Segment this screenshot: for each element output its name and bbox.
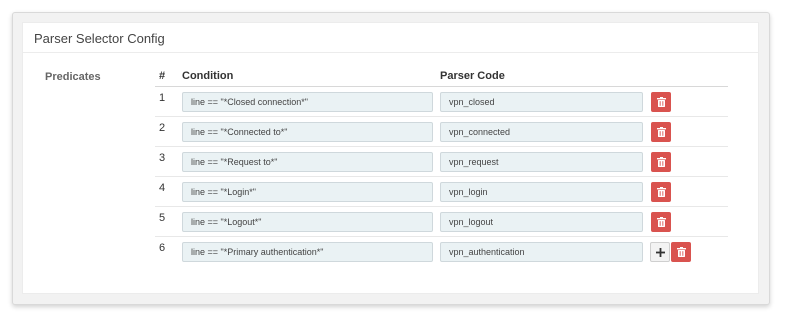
plus-icon	[655, 247, 665, 257]
delete-row-button[interactable]	[671, 242, 691, 262]
delete-row-button[interactable]	[651, 122, 671, 142]
condition-input[interactable]: line == "*Connected to*"	[182, 122, 433, 142]
column-header-condition: Condition	[182, 70, 234, 82]
column-header-num: #	[159, 70, 166, 82]
parser-selector-card: Parser Selector Config Predicates # Cond…	[22, 22, 759, 294]
predicate-row: 2 line == "*Connected to*" vpn_connected	[155, 117, 728, 147]
row-number: 1	[159, 92, 166, 104]
condition-input[interactable]: line == "*Request to*"	[182, 152, 433, 172]
add-row-button[interactable]	[650, 242, 670, 262]
row-number: 2	[159, 122, 166, 134]
condition-input[interactable]: line == "*Closed connection*"	[182, 92, 433, 112]
row-number: 6	[159, 242, 166, 254]
parser-code-input[interactable]: vpn_closed	[440, 92, 643, 112]
delete-row-button[interactable]	[651, 152, 671, 172]
row-number: 3	[159, 152, 166, 164]
trash-icon	[656, 157, 666, 167]
trash-icon	[676, 247, 686, 257]
parser-code-input[interactable]: vpn_login	[440, 182, 643, 202]
delete-row-button[interactable]	[651, 212, 671, 232]
card-divider	[23, 52, 758, 53]
parser-code-input[interactable]: vpn_connected	[440, 122, 643, 142]
parser-code-input[interactable]: vpn_request	[440, 152, 643, 172]
card-title: Parser Selector Config	[34, 31, 165, 46]
column-header-parser-code: Parser Code	[440, 70, 505, 82]
row-number: 4	[159, 182, 166, 194]
delete-row-button[interactable]	[651, 182, 671, 202]
trash-icon	[656, 217, 666, 227]
predicate-row: 5 line == "*Logout*" vpn_logout	[155, 207, 728, 237]
predicate-row: 3 line == "*Request to*" vpn_request	[155, 147, 728, 177]
row-number: 5	[159, 212, 166, 224]
predicates-label: Predicates	[45, 71, 101, 83]
trash-icon	[656, 97, 666, 107]
parser-code-input[interactable]: vpn_logout	[440, 212, 643, 232]
trash-icon	[656, 127, 666, 137]
trash-icon	[656, 187, 666, 197]
condition-input[interactable]: line == "*Logout*"	[182, 212, 433, 232]
predicate-row: 6 line == "*Primary authentication*" vpn…	[155, 237, 728, 267]
delete-row-button[interactable]	[651, 92, 671, 112]
predicate-row: 4 line == "*Login*" vpn_login	[155, 177, 728, 207]
condition-input[interactable]: line == "*Primary authentication*"	[182, 242, 433, 262]
parser-code-input[interactable]: vpn_authentication	[440, 242, 643, 262]
config-panel: Parser Selector Config Predicates # Cond…	[12, 12, 770, 305]
condition-input[interactable]: line == "*Login*"	[182, 182, 433, 202]
predicate-row: 1 line == "*Closed connection*" vpn_clos…	[155, 87, 728, 117]
